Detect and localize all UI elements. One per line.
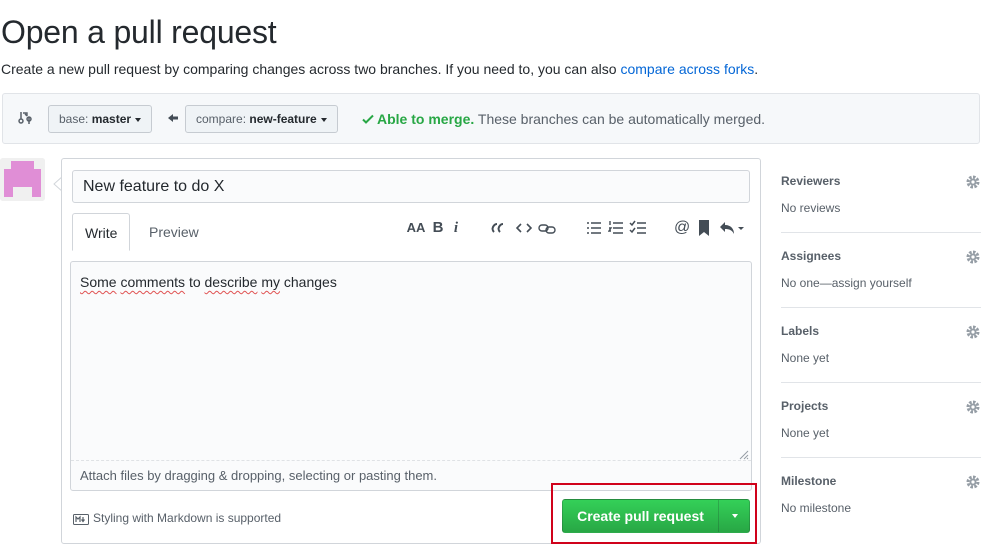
sidebar-value: None yet bbox=[781, 426, 830, 440]
gear-icon[interactable] bbox=[965, 174, 981, 190]
sidebar-heading[interactable]: Projects bbox=[781, 399, 828, 413]
check-icon bbox=[362, 114, 374, 124]
merge-detail-text: These branches can be automatically merg… bbox=[474, 111, 766, 127]
body-word: Some bbox=[80, 274, 117, 290]
link-icon[interactable] bbox=[538, 219, 556, 237]
avatar bbox=[0, 158, 45, 201]
sidebar-labels: Labels None yet bbox=[781, 307, 981, 382]
body-word: to bbox=[188, 274, 201, 290]
compare-bar: base: master compare: new-feature Able t… bbox=[2, 93, 980, 144]
sidebar-milestone: Milestone No milestone bbox=[781, 457, 981, 532]
gear-icon[interactable] bbox=[965, 324, 981, 340]
sidebar-value: None yet bbox=[781, 351, 830, 365]
pr-title-input[interactable]: New feature to do X bbox=[72, 170, 750, 203]
sidebar-heading[interactable]: Milestone bbox=[781, 474, 836, 488]
base-branch-value: master bbox=[91, 112, 132, 126]
page-subtitle: Create a new pull request by comparing c… bbox=[1, 61, 758, 77]
sidebar-heading[interactable]: Labels bbox=[781, 324, 819, 338]
italic-icon[interactable]: i bbox=[450, 219, 462, 237]
sidebar-assignees: Assignees No one—assign yourself bbox=[781, 232, 981, 307]
tab-preview[interactable]: Preview bbox=[137, 213, 211, 251]
sidebar-divider bbox=[781, 457, 981, 458]
header-text-icon[interactable]: AA bbox=[405, 219, 427, 237]
compare-branch-label: compare: bbox=[196, 112, 250, 126]
code-icon[interactable] bbox=[516, 219, 532, 237]
sidebar-divider bbox=[781, 382, 981, 383]
sidebar-value: No reviews bbox=[781, 201, 841, 215]
merge-ok-text: Able to merge. bbox=[377, 111, 475, 127]
pr-body-textarea[interactable]: Some comments to describe my changes Att… bbox=[70, 261, 752, 491]
git-compare-icon bbox=[18, 112, 32, 124]
create-pull-request-button[interactable]: Create pull request bbox=[563, 500, 718, 532]
base-branch-select[interactable]: base: master bbox=[48, 105, 153, 133]
chevron-down-icon bbox=[135, 117, 142, 122]
sidebar-heading[interactable]: Reviewers bbox=[781, 174, 840, 188]
bold-icon[interactable]: B bbox=[430, 219, 446, 237]
body-word: comments bbox=[120, 274, 186, 290]
gear-icon[interactable] bbox=[965, 474, 981, 490]
tab-write[interactable]: Write bbox=[72, 213, 131, 251]
sidebar-reviewers: Reviewers No reviews bbox=[781, 157, 981, 232]
sidebar-value[interactable]: No one—assign yourself bbox=[781, 276, 912, 290]
task-list-icon[interactable] bbox=[629, 219, 647, 237]
unordered-list-icon[interactable] bbox=[586, 219, 602, 237]
compare-across-forks-link[interactable]: compare across forks bbox=[620, 61, 754, 77]
pr-body-text: Some comments to describe my changes bbox=[80, 274, 337, 290]
reply-icon[interactable] bbox=[718, 219, 746, 237]
base-branch-label: base: bbox=[59, 112, 92, 126]
gear-icon[interactable] bbox=[965, 249, 981, 265]
body-word: describe bbox=[204, 274, 258, 290]
sidebar-divider bbox=[781, 307, 981, 308]
body-word: my bbox=[261, 274, 280, 290]
arrow-left-icon bbox=[168, 114, 178, 122]
markdown-note-text: Styling with Markdown is supported bbox=[93, 511, 282, 525]
bookmark-icon[interactable] bbox=[697, 219, 711, 237]
chevron-down-icon bbox=[732, 514, 738, 518]
mention-icon[interactable]: @ bbox=[674, 219, 690, 237]
chevron-down-icon bbox=[320, 117, 327, 122]
compare-branch-value: new-feature bbox=[249, 112, 317, 126]
body-word: changes bbox=[283, 274, 337, 290]
create-options-dropdown[interactable] bbox=[718, 500, 750, 532]
subtitle-text: Create a new pull request by comparing c… bbox=[1, 61, 621, 77]
markdown-note[interactable]: Styling with Markdown is supported bbox=[73, 511, 281, 525]
page-title: Open a pull request bbox=[1, 14, 277, 50]
create-pull-request-button-group: Create pull request bbox=[562, 499, 750, 533]
compare-branch-select[interactable]: compare: new-feature bbox=[185, 105, 338, 133]
resize-grip-icon[interactable] bbox=[737, 448, 749, 460]
markdown-icon bbox=[73, 514, 89, 525]
quote-icon[interactable] bbox=[491, 219, 507, 237]
ordered-list-icon[interactable] bbox=[608, 219, 624, 237]
merge-status: Able to merge. These branches can be aut… bbox=[362, 111, 765, 127]
gear-icon[interactable] bbox=[965, 399, 981, 415]
pull-request-page: Open a pull request Create a new pull re… bbox=[0, 0, 994, 558]
sidebar-heading[interactable]: Assignees bbox=[781, 249, 841, 263]
subtitle-suffix: . bbox=[754, 61, 759, 77]
sidebar-divider bbox=[781, 232, 981, 233]
sidebar-value: No milestone bbox=[781, 501, 852, 515]
sidebar-projects: Projects None yet bbox=[781, 382, 981, 457]
